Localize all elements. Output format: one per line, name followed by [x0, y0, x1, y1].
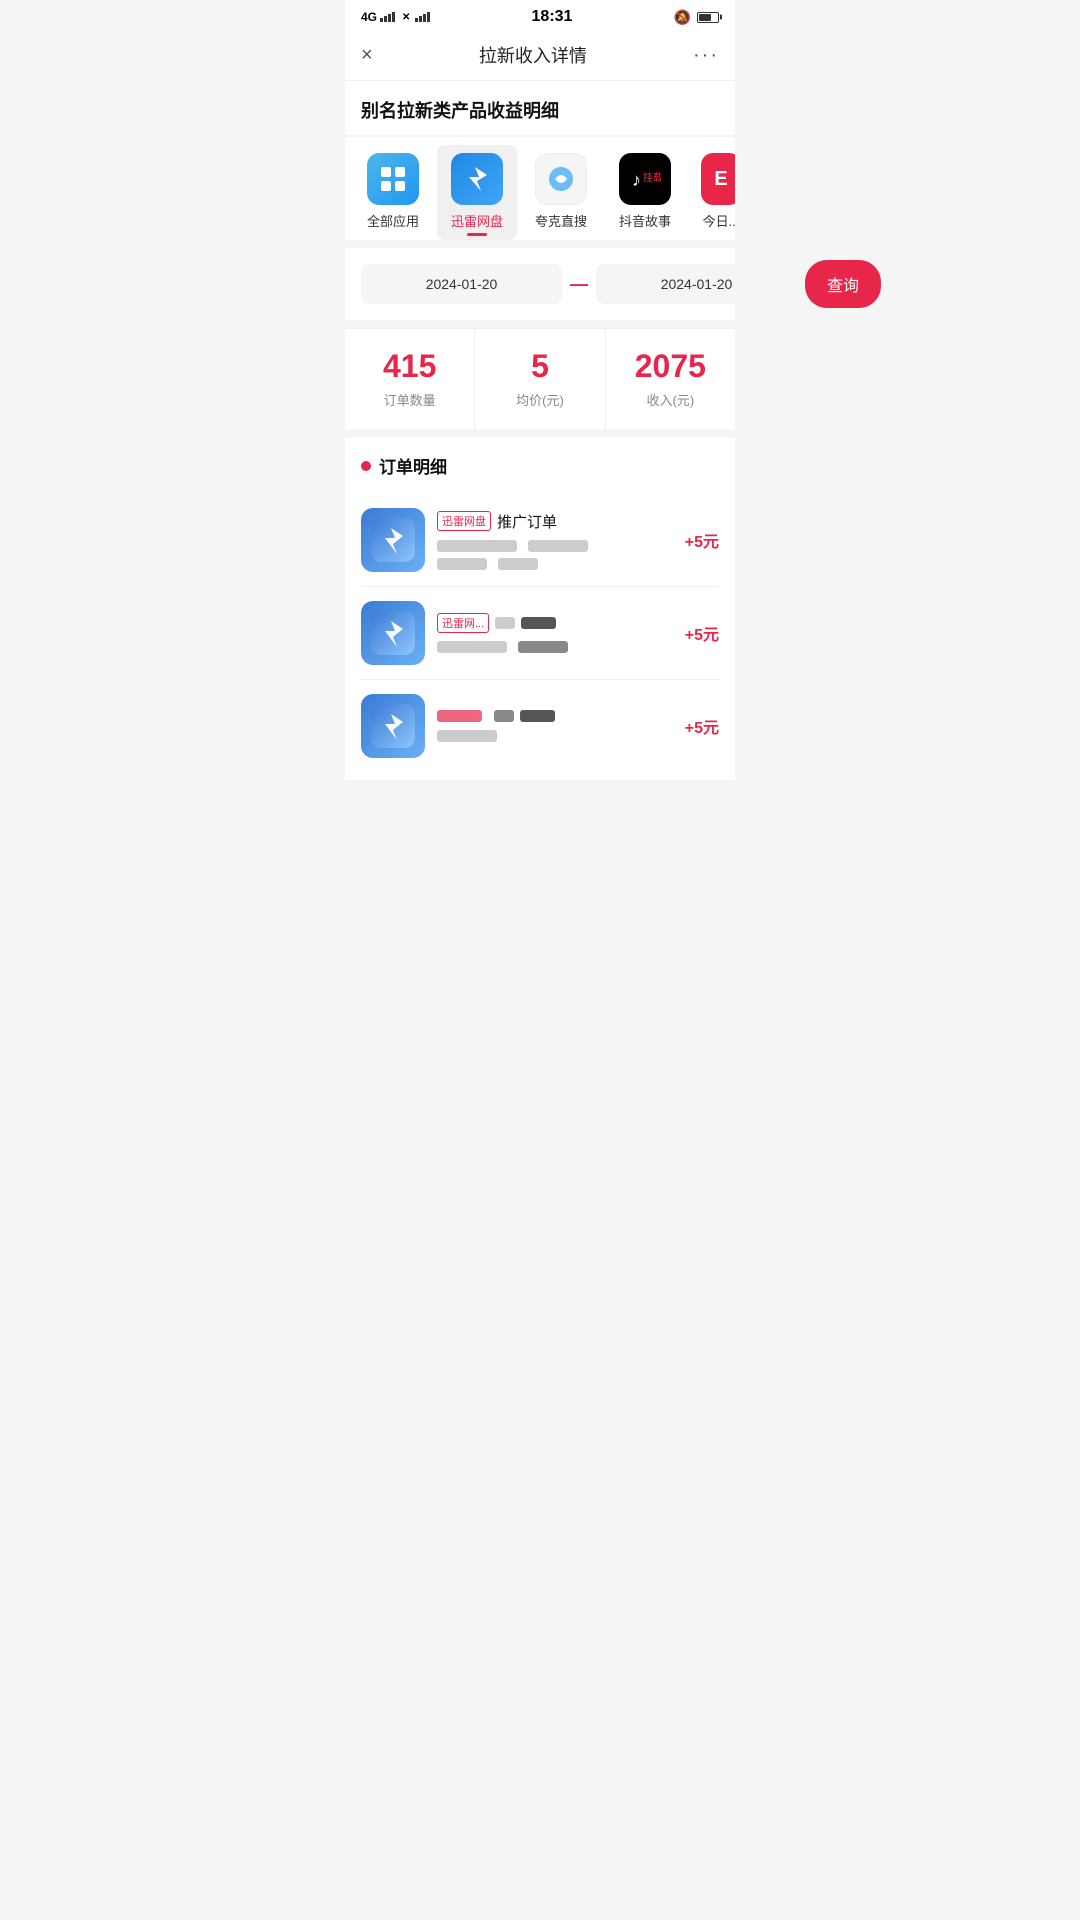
order-app-icon-2: [361, 601, 425, 665]
stat-order-count: 415 订单数量: [345, 329, 475, 429]
date-filter-row: — 查询: [345, 248, 735, 320]
order-content-3: [437, 710, 673, 742]
stat-avg-price: 5 均价(元): [475, 329, 605, 429]
blurred-title-3: [520, 710, 555, 722]
orders-section-title: 订单明细: [361, 453, 719, 478]
tab-kuake-label: 夸克直搜: [535, 211, 587, 230]
order-amount-1: +5元: [685, 528, 719, 552]
svg-text:挂载版: 挂载版: [643, 171, 661, 184]
signal-area: 4G ✕: [361, 10, 430, 24]
blurred-info-1c: [437, 558, 487, 570]
signal-bars-2: [415, 12, 430, 22]
active-tab-indicator: [467, 233, 487, 236]
tab-xunlei[interactable]: 迅雷网盘: [437, 145, 517, 240]
order-info-1b: [437, 556, 673, 570]
order-app-icon-1: [361, 508, 425, 572]
douyin-icon: ♪ 挂载版: [619, 153, 671, 205]
blurred-tag-3: [437, 710, 482, 722]
tab-all-apps[interactable]: 全部应用: [353, 145, 433, 240]
order-content-2: 迅雷网...: [437, 613, 673, 653]
order-content-1: 迅雷网盘 推广订单: [437, 511, 673, 570]
order-app-tag-2: 迅雷网...: [437, 613, 489, 633]
kuake-icon: [535, 153, 587, 205]
page-title: 拉新收入详情: [479, 42, 587, 68]
tab-kuake[interactable]: 夸克直搜: [521, 145, 601, 240]
order-item-1: 迅雷网盘 推广订单 +5元: [361, 494, 719, 587]
blurred-info-1a: [437, 540, 517, 552]
roaming-signal: ✕: [402, 12, 410, 23]
blurred-info-2a: [437, 641, 507, 653]
status-right-icons: 🔕: [674, 9, 719, 26]
order-count-label: 订单数量: [384, 390, 436, 409]
order-info-1: [437, 538, 673, 552]
network-type: 4G: [361, 10, 377, 24]
section-title: 别名拉新类产品收益明细: [345, 81, 735, 135]
stats-row: 415 订单数量 5 均价(元) 2075 收入(元): [345, 328, 735, 429]
blurred-tag-3b: [494, 710, 514, 722]
signal-bars: [380, 12, 395, 22]
blurred-info-3a: [437, 730, 497, 742]
order-item-3: +5元: [361, 680, 719, 772]
svg-text:♪: ♪: [632, 170, 641, 190]
close-button[interactable]: ×: [361, 44, 373, 67]
revenue-label: 收入(元): [646, 390, 694, 409]
tab-xunlei-label: 迅雷网盘: [451, 211, 503, 230]
time-display: 18:31: [532, 8, 573, 26]
order-item-2: 迅雷网... +5元: [361, 587, 719, 680]
blurred-info-2b: [518, 641, 568, 653]
start-date-input[interactable]: [361, 264, 562, 304]
battery-icon: [697, 12, 719, 23]
order-header-2: 迅雷网...: [437, 613, 673, 633]
order-info-2: [437, 639, 673, 653]
avg-price-value: 5: [531, 349, 549, 384]
all-apps-icon: [367, 153, 419, 205]
today-icon: E: [701, 153, 735, 205]
tab-today-label: 今日...: [703, 211, 735, 230]
order-info-3: [437, 728, 673, 742]
order-amount-2: +5元: [685, 621, 719, 645]
app-tabs: 全部应用 迅雷网盘 夸克直搜: [345, 145, 735, 240]
xunlei-icon: [451, 153, 503, 205]
order-count-value: 415: [383, 349, 436, 384]
end-date-input[interactable]: [596, 264, 797, 304]
tab-all-apps-label: 全部应用: [367, 211, 419, 230]
query-button[interactable]: 查询: [805, 260, 881, 308]
order-app-tag-1: 迅雷网盘: [437, 511, 491, 531]
order-header-3: [437, 710, 673, 722]
blurred-info-1d: [498, 558, 538, 570]
tab-douyin[interactable]: ♪ 挂载版 抖音故事: [605, 145, 685, 240]
blurred-title-2: [521, 617, 556, 629]
orders-section: 订单明细 迅雷网盘 推广订单: [345, 437, 735, 780]
blurred-tag-2: [495, 617, 515, 629]
order-amount-3: +5元: [685, 714, 719, 738]
order-type-1: 推广订单: [497, 511, 557, 532]
order-header-1: 迅雷网盘 推广订单: [437, 511, 673, 532]
blurred-info-1b: [528, 540, 588, 552]
mute-icon: 🔕: [674, 9, 691, 26]
tab-douyin-label: 抖音故事: [619, 211, 671, 230]
order-app-icon-3: [361, 694, 425, 758]
orders-title-text: 订单明细: [379, 453, 447, 478]
date-separator: —: [570, 274, 588, 295]
page-header: × 拉新收入详情 ···: [345, 30, 735, 81]
app-tabs-container: 全部应用 迅雷网盘 夸克直搜: [345, 137, 735, 240]
orders-dot-icon: [361, 461, 371, 471]
revenue-value: 2075: [635, 349, 706, 384]
avg-price-label: 均价(元): [516, 390, 564, 409]
stat-revenue: 2075 收入(元): [606, 329, 735, 429]
tab-today[interactable]: E 今日...: [689, 145, 735, 240]
status-bar: 4G ✕ 18:31 🔕: [345, 0, 735, 30]
more-button[interactable]: ···: [693, 44, 719, 67]
